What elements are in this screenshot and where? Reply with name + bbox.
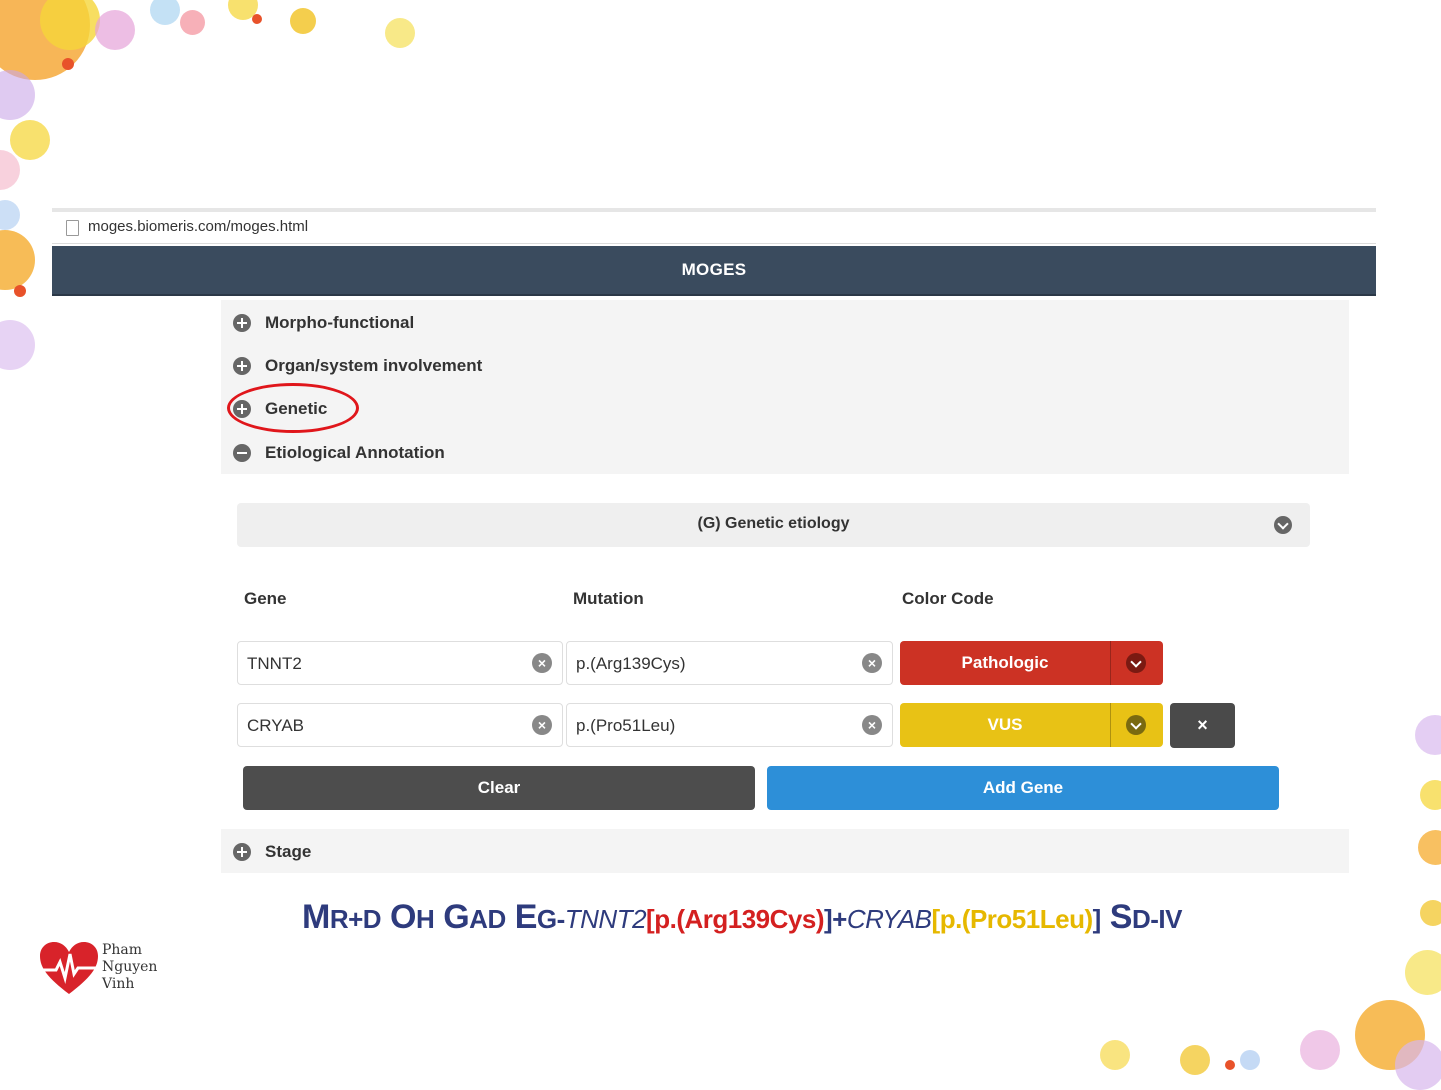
- clear-field-icon[interactable]: ×: [862, 653, 882, 673]
- clear-button[interactable]: Clear: [243, 766, 755, 810]
- gene-value: TNNT2: [247, 654, 302, 673]
- genetic-etiology-header[interactable]: (G) Genetic etiology: [237, 503, 1310, 547]
- accordion-panel: Morpho-functional Organ/system involveme…: [221, 300, 1349, 474]
- formula-o-sub: H: [415, 904, 435, 934]
- plus-circle-icon: [233, 314, 251, 332]
- url-text[interactable]: moges.biomeris.com/moges.html: [88, 218, 308, 235]
- clear-field-icon[interactable]: ×: [532, 715, 552, 735]
- formula-mutation-2: p.(Pro51Leu): [939, 904, 1093, 934]
- minus-circle-icon: [233, 444, 251, 462]
- page-icon: [66, 220, 79, 236]
- moges-notation: MR+D OH GAD EG-TNNT2[p.(Arg139Cys)]+CRYA…: [302, 898, 1182, 937]
- browser-address-bar[interactable]: moges.biomeris.com/moges.html: [52, 208, 1376, 244]
- accordion-item-morpho-functional[interactable]: Morpho-functional: [233, 308, 414, 338]
- formula-mutation-1: p.(Arg139Cys): [654, 904, 824, 934]
- mutation-input[interactable]: p.(Pro51Leu) ×: [566, 703, 893, 747]
- accordion-label: Organ/system involvement: [265, 356, 483, 375]
- logo-line: Nguyen: [102, 959, 158, 975]
- formula-m: M: [302, 898, 330, 936]
- mutation-input[interactable]: p.(Arg139Cys) ×: [566, 641, 893, 685]
- add-gene-button[interactable]: Add Gene: [767, 766, 1279, 810]
- accordion-item-etiological-annotation[interactable]: Etiological Annotation: [233, 438, 445, 468]
- gene-value: CRYAB: [247, 716, 305, 735]
- color-code-select[interactable]: Pathologic: [900, 641, 1163, 685]
- select-divider: [1110, 703, 1111, 747]
- stage-row[interactable]: Stage: [233, 837, 311, 867]
- formula-gene-2: CRYAB: [846, 904, 932, 934]
- mutation-value: p.(Pro51Leu): [576, 716, 676, 735]
- chevron-down-icon[interactable]: [1274, 516, 1292, 534]
- formula-bracket-2-close: ]: [1092, 904, 1102, 934]
- app-header: MOGES: [52, 246, 1376, 296]
- gene-input[interactable]: CRYAB ×: [237, 703, 563, 747]
- formula-g-sub: AD: [469, 904, 506, 934]
- formula-e: E: [514, 898, 538, 936]
- color-code-value: VUS: [987, 715, 1023, 734]
- heart-pulse-icon: [40, 942, 98, 994]
- plus-circle-icon: [233, 357, 251, 375]
- logo-line: Vinh: [102, 976, 135, 992]
- app-title: MOGES: [681, 260, 747, 279]
- accordion-label: Etiological Annotation: [265, 443, 445, 462]
- clear-field-icon[interactable]: ×: [862, 715, 882, 735]
- author-logo: Pham Nguyen Vinh: [38, 938, 168, 1000]
- section-title: (G) Genetic etiology: [697, 515, 850, 532]
- formula-o: O: [390, 898, 416, 936]
- chevron-down-icon[interactable]: [1126, 653, 1146, 673]
- plus-circle-icon: [233, 843, 251, 861]
- formula-bracket-1-close: ]+: [824, 904, 847, 934]
- formula-g: G: [443, 898, 470, 936]
- formula-gene-1: TNNT2: [564, 904, 647, 934]
- formula-m-sub: R+D: [329, 904, 382, 934]
- gene-input[interactable]: TNNT2 ×: [237, 641, 563, 685]
- color-code-select[interactable]: VUS: [900, 703, 1163, 747]
- mutation-value: p.(Arg139Cys): [576, 654, 686, 673]
- formula-s: S: [1109, 898, 1133, 936]
- column-label-color-code: Color Code: [902, 589, 994, 608]
- formula-s-sub: D-IV: [1131, 904, 1183, 934]
- formula-e-sub: G-: [536, 904, 565, 934]
- accordion-label: Stage: [265, 842, 312, 861]
- column-label-gene: Gene: [244, 589, 287, 608]
- select-divider: [1110, 641, 1111, 685]
- formula-bracket-2-open: [: [931, 904, 941, 934]
- accordion-item-organ-system[interactable]: Organ/system involvement: [233, 351, 482, 381]
- chevron-down-icon[interactable]: [1126, 715, 1146, 735]
- accordion-label: Morpho-functional: [265, 313, 415, 332]
- accordion-item-stage[interactable]: Stage: [221, 829, 1349, 873]
- logo-line: Pham: [102, 942, 143, 958]
- formula-bracket-1-open: [: [646, 904, 655, 934]
- color-code-value: Pathologic: [961, 653, 1049, 672]
- logo-text: Pham Nguyen Vinh: [102, 942, 157, 993]
- clear-field-icon[interactable]: ×: [532, 653, 552, 673]
- column-label-mutation: Mutation: [573, 589, 644, 608]
- highlight-circle-annotation: [227, 383, 359, 433]
- remove-row-button[interactable]: ×: [1170, 703, 1235, 748]
